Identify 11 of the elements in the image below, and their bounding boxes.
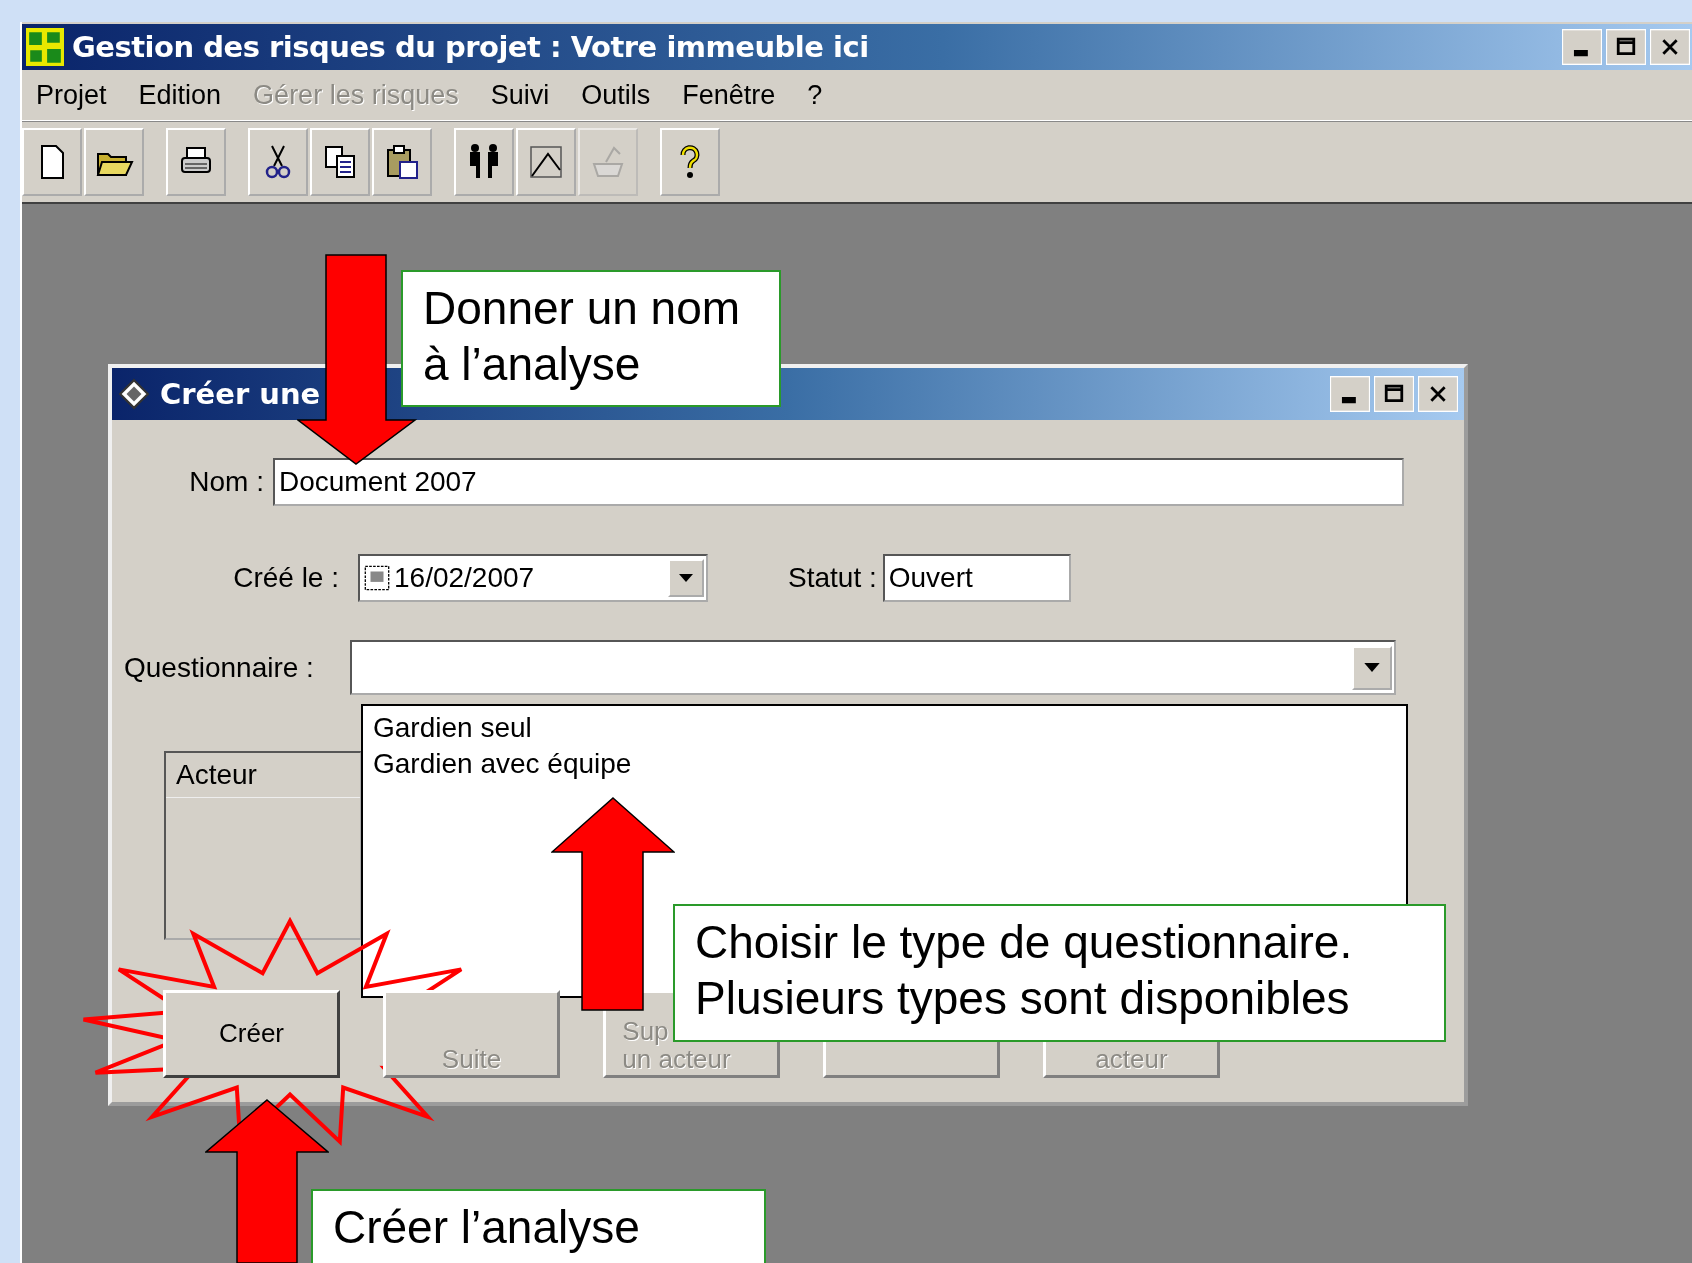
field-label: Nom : <box>188 466 264 498</box>
dialog-title: Créer une <box>160 377 321 411</box>
field-label: Créé le : <box>232 562 339 594</box>
callout-text: Choisir le type de questionnaire. Plusieurs types sont disponibles <box>695 915 1354 1026</box>
field-label: Statut : <box>788 562 877 594</box>
field-label: Questionnaire : <box>123 651 315 684</box>
column-header: Acteur <box>166 753 360 798</box>
date-value: 16/02/2007 <box>394 562 536 594</box>
callout-text: Créer l’analyse <box>333 1200 641 1255</box>
window-title: Gestion des risques du projet : Votre immeuble ici <box>72 30 869 64</box>
callout-text: Donner un nom à l’analyse <box>423 281 742 392</box>
